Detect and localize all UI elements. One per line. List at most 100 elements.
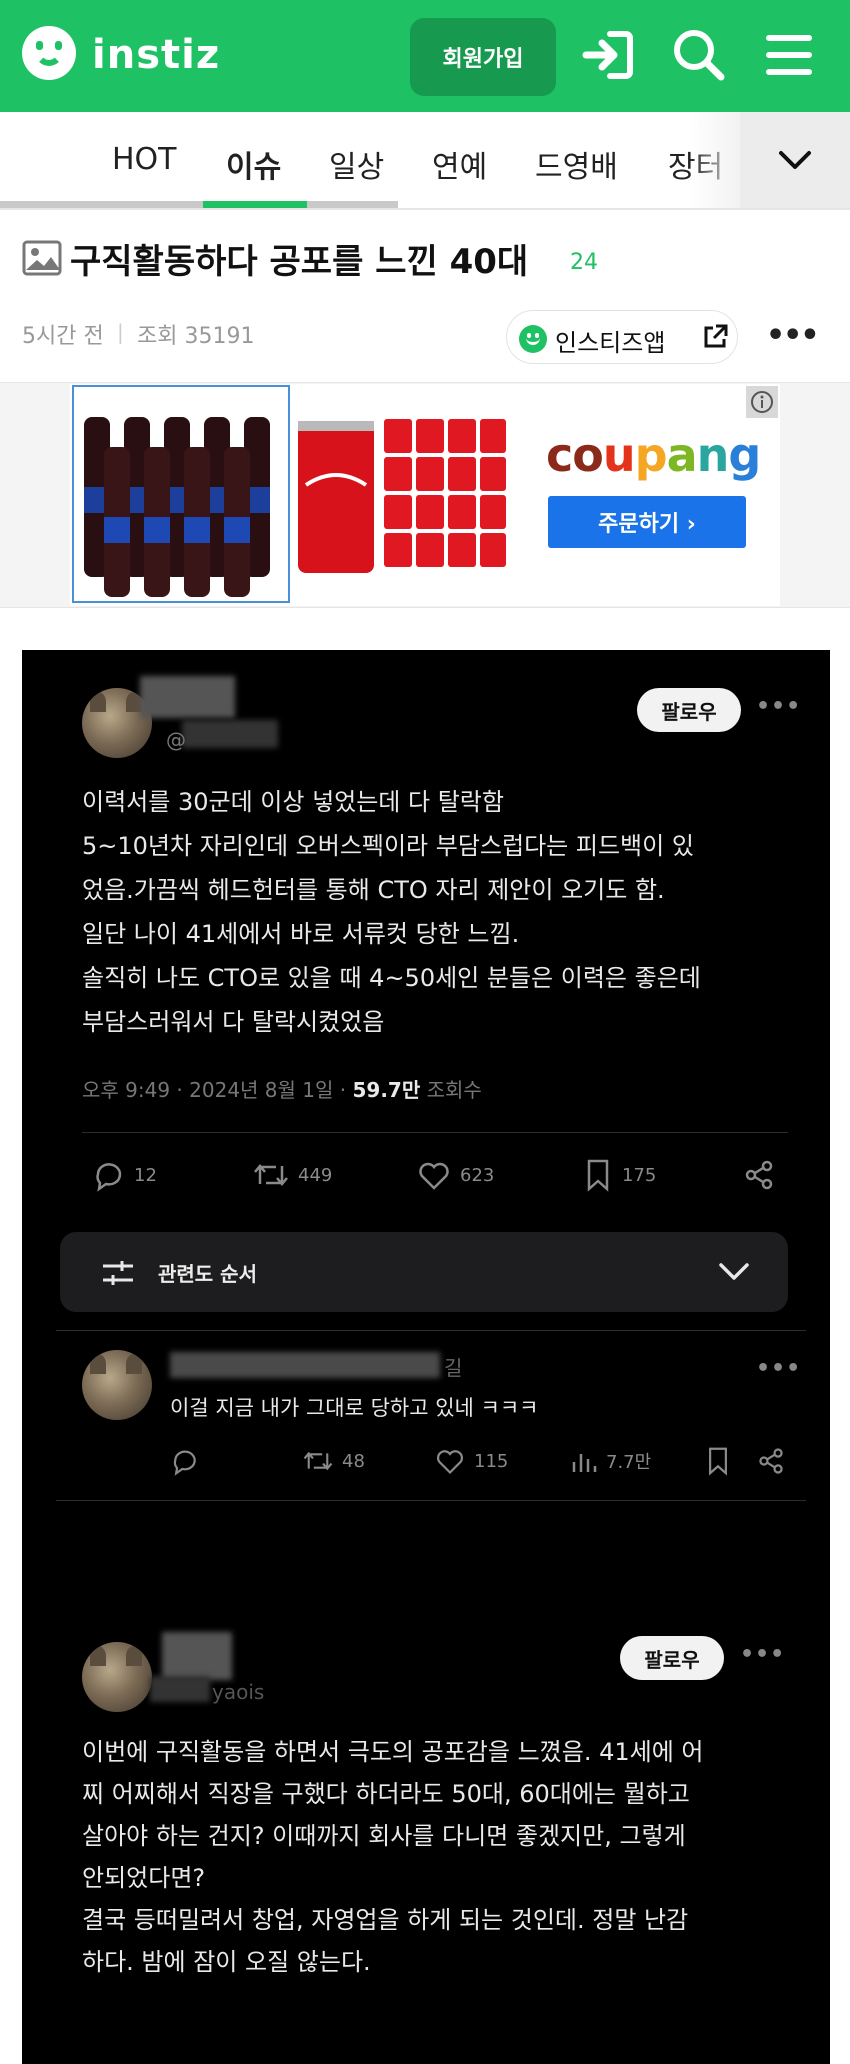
bookmark-button[interactable]: 175 xyxy=(582,1158,656,1192)
tweet-line: 찌 어찌해서 직장을 구했다 하더라도 50대, 60대에는 뭘하고 xyxy=(82,1780,690,1808)
tweet-line: 하다. 밤에 잠이 오질 않는다. xyxy=(82,1948,371,1976)
reply-icon xyxy=(96,1163,122,1192)
image-post-icon xyxy=(22,240,62,276)
active-tab-indicator xyxy=(203,201,307,208)
reply-icon xyxy=(173,1450,196,1476)
heart-icon xyxy=(419,1162,449,1190)
blurred-username xyxy=(170,1352,440,1378)
reply-name-suffix: 길 xyxy=(444,1356,463,1380)
tweet-views-suffix: 조회수 xyxy=(420,1078,482,1102)
tweet-line: 5~10년차 자리인데 오버스펙이라 부담스럽다는 피드백이 있 xyxy=(82,832,694,860)
ad-brand-logo[interactable]: coupang xyxy=(546,428,761,482)
tweet-more-icon[interactable]: ••• xyxy=(740,1642,785,1667)
retweet-count: 48 xyxy=(342,1450,365,1472)
tweet-line: 이번에 구직활동을 하면서 극도의 공포감을 느꼈음. 41세에 어 xyxy=(82,1738,704,1766)
tweet-line: 부담스러워서 다 탈락시켰었음 xyxy=(82,1008,385,1036)
bookmark-count: 175 xyxy=(622,1164,657,1186)
tab-scroll-track xyxy=(0,201,398,208)
like-button[interactable]: 623 xyxy=(416,1158,494,1192)
more-options-icon[interactable]: ••• xyxy=(766,318,820,353)
tab-entertainment[interactable]: 연예 xyxy=(432,142,487,186)
open-app-label: 인스티즈앱 xyxy=(555,329,666,357)
tabs-fade xyxy=(690,112,740,208)
views-button[interactable]: 7.7만 xyxy=(570,1446,651,1476)
avatar xyxy=(82,1350,152,1420)
blurred-username xyxy=(140,676,235,718)
logo-eye-left xyxy=(36,41,43,50)
share-icon[interactable] xyxy=(756,1446,786,1476)
ad-info-icon[interactable] xyxy=(746,386,778,418)
tweet-line: 안되었다면? xyxy=(82,1864,206,1892)
tweet-line: 살아야 하는 건지? 이때까지 회사를 다니면 좋겠지만, 그렇게 xyxy=(82,1822,686,1850)
cola-bottles-image xyxy=(74,387,288,601)
post-time: 5시간 전 xyxy=(22,324,104,349)
chevron-down-icon xyxy=(719,1263,749,1280)
search-icon[interactable] xyxy=(670,26,728,84)
tweet-line: 솔직히 나도 CTO로 있을 때 4~50세인 분들은 이력은 좋은데 xyxy=(82,964,701,992)
tab-drama[interactable]: 드영배 xyxy=(535,142,618,186)
like-button[interactable]: 115 xyxy=(434,1446,508,1476)
follow-button[interactable]: 팔로우 xyxy=(637,688,741,732)
divider xyxy=(0,208,850,210)
chevron-down-icon xyxy=(779,151,811,169)
bookmark-icon xyxy=(587,1159,609,1192)
reply-button[interactable] xyxy=(170,1446,200,1476)
tab-issue[interactable]: 이슈 xyxy=(226,142,281,186)
tweet-line: 이력서를 30군데 이상 넣었는데 다 탈락함 xyxy=(82,788,504,816)
analytics-icon xyxy=(572,1454,597,1472)
logo-eye-right xyxy=(55,41,62,50)
tweet-timestamp: 오후 9:49 · 2024년 8월 1일 · xyxy=(82,1078,353,1102)
blurred-handle xyxy=(182,720,278,748)
follow-button[interactable]: 팔로우 xyxy=(620,1636,724,1680)
smile-logo-icon[interactable] xyxy=(22,26,76,80)
open-app-button[interactable]: 인스티즈앱 xyxy=(506,310,738,364)
retweet-icon xyxy=(303,1451,333,1471)
post-title: 구직활동하다 공포를 느낀 40대 xyxy=(70,242,529,282)
heart-icon xyxy=(436,1450,464,1475)
app-logo-icon xyxy=(519,325,547,353)
post-views: 조회 35191 xyxy=(137,324,255,349)
divider xyxy=(56,1330,806,1331)
tweet-more-icon[interactable]: ••• xyxy=(756,694,801,719)
reply-count: 12 xyxy=(134,1164,157,1186)
tabs-expand-button[interactable] xyxy=(740,112,850,208)
logo-mouth xyxy=(35,50,63,66)
signup-button[interactable]: 회원가입 xyxy=(410,18,556,96)
like-count: 115 xyxy=(474,1450,509,1472)
handle-prefix: @ xyxy=(166,728,186,752)
tab-daily[interactable]: 일상 xyxy=(329,142,384,186)
meta-separator: | xyxy=(117,320,124,344)
tweet-line: 었음.가끔씩 헤드헌터를 통해 CTO 자리 제안이 오기도 함. xyxy=(82,876,665,904)
retweet-button[interactable]: 48 xyxy=(302,1446,365,1476)
blurred-username xyxy=(162,1632,232,1680)
tweet-views-value: 59.7만 xyxy=(352,1078,421,1102)
menu-icon[interactable] xyxy=(760,26,818,84)
divider xyxy=(82,1132,788,1133)
handle-partial: yaois xyxy=(212,1680,265,1704)
like-count: 623 xyxy=(460,1164,495,1186)
retweet-icon xyxy=(254,1164,288,1186)
login-icon[interactable] xyxy=(580,26,638,84)
reply-text: 이걸 지금 내가 그대로 당하고 있네 ㅋㅋㅋ xyxy=(170,1396,539,1420)
external-link-icon xyxy=(704,324,728,348)
bookmark-icon[interactable] xyxy=(704,1446,732,1476)
cola-cans-image xyxy=(292,385,510,603)
ad-order-button[interactable]: 주문하기 › xyxy=(548,496,746,548)
views-count: 7.7만 xyxy=(606,1452,652,1473)
retweet-count: 449 xyxy=(298,1164,333,1186)
reply-button[interactable]: 12 xyxy=(92,1158,157,1192)
share-icon[interactable] xyxy=(742,1158,776,1192)
tab-hot[interactable]: HOT xyxy=(112,142,177,177)
retweet-button[interactable]: 449 xyxy=(252,1158,332,1192)
tweet-meta: 오후 9:49 · 2024년 8월 1일 · 59.7만 조회수 xyxy=(82,1074,482,1103)
sort-label: 관련도 순서 xyxy=(158,1262,257,1286)
filter-sliders-icon xyxy=(103,1261,133,1285)
reply-more-icon[interactable]: ••• xyxy=(756,1356,801,1381)
ad-product-cola-bottles[interactable] xyxy=(72,385,290,603)
tweet-line: 결국 등떠밀려서 창업, 자영업을 하게 되는 것인데. 정말 난감 xyxy=(82,1906,689,1934)
avatar xyxy=(82,1642,152,1712)
ad-product-cola-cans[interactable] xyxy=(292,385,510,603)
divider xyxy=(56,1500,806,1501)
logo-text[interactable]: instiz xyxy=(92,32,220,78)
comment-count[interactable]: 24 xyxy=(570,250,598,275)
